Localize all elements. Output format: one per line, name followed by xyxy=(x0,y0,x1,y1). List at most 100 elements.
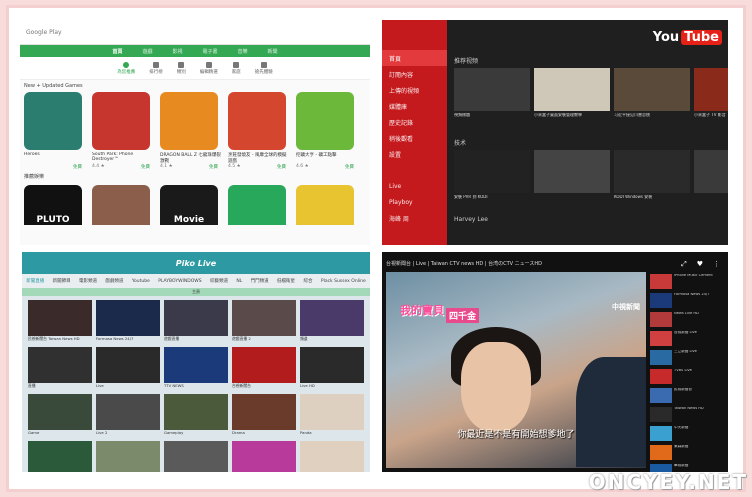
play-search-bar[interactable]: Google Play xyxy=(20,20,370,45)
play-app-card[interactable]: Heroes 免費 xyxy=(24,92,86,170)
channel-text: TVBS Live xyxy=(674,369,692,372)
piko-tile[interactable]: Game xyxy=(28,394,92,437)
play-tab[interactable]: 新聞 xyxy=(268,48,278,55)
piko-home-bar[interactable]: 主頁 xyxy=(22,288,370,296)
piko-tile[interactable]: 遊戲直播 2 xyxy=(232,300,296,343)
play-subnav-item[interactable]: 搶先體驗 xyxy=(254,61,273,75)
channel-list-item[interactable]: iPhone Music Cement xyxy=(650,274,724,289)
channel-list-item[interactable]: 東森新聞 xyxy=(650,445,724,460)
tile-caption: Gameplay xyxy=(164,430,184,435)
video-card[interactable]: 安裝 PVR 到 KODI xyxy=(454,150,530,204)
play-subnav-item[interactable]: 編輯精選 xyxy=(200,61,218,75)
youtube-sidebar-item[interactable]: 媒體庫 xyxy=(382,98,447,114)
piko-tile[interactable]: 民視新聞台 Taiwan News HD xyxy=(28,300,92,343)
piko-tile[interactable]: Panda xyxy=(300,394,364,437)
heart-icon[interactable]: ♥ xyxy=(697,260,703,269)
video-card[interactable]: 視頻標題 xyxy=(454,68,530,122)
video-card[interactable]: 小米盒子桌面安裝管理教學 xyxy=(534,68,610,122)
piko-nav-item[interactable]: PLAYBOYWINDOWS xyxy=(158,279,201,284)
channel-list-item[interactable]: 民視新聞台 xyxy=(650,388,724,403)
play-subnav-item[interactable]: 類別 xyxy=(177,61,186,75)
play-tab[interactable]: 影視 xyxy=(172,48,182,55)
play-app-card[interactable] xyxy=(296,185,358,225)
youtube-sidebar-item[interactable]: 設置 xyxy=(382,146,447,162)
channel-list-item[interactable]: Taiwan News HD xyxy=(650,407,724,422)
play-subnav-label: 搶先體驗 xyxy=(254,69,273,75)
video-card[interactable]: 小米盒子 TV 影音 xyxy=(694,68,728,122)
tv-video[interactable]: 我的寶貝 四千金 中視新聞 你最近是不是有開始想爹地了 xyxy=(386,272,646,468)
play-subnav-item[interactable]: 為您推薦 xyxy=(117,61,135,75)
channel-list-item[interactable]: TVBS Live xyxy=(650,369,724,384)
piko-nav-item[interactable]: 低檔衛星 xyxy=(277,278,295,284)
play-app-card[interactable]: Movie xyxy=(160,185,222,225)
channel-thumb xyxy=(650,274,672,289)
piko-nav-item[interactable]: 門鬥頻道 xyxy=(251,278,269,284)
youtube-sidebar-item[interactable]: 訂閱內容 xyxy=(382,66,447,82)
piko-tile[interactable]: Live xyxy=(96,347,160,390)
piko-tile[interactable]: Kids xyxy=(300,441,364,472)
video-title xyxy=(534,195,610,204)
piko-tile[interactable]: Drama xyxy=(232,394,296,437)
piko-nav-item[interactable]: Plack Sussex Online xyxy=(321,279,366,284)
piko-nav-item[interactable]: 新聞節目 xyxy=(53,278,71,284)
channel-list-item[interactable]: 三立新聞 Live xyxy=(650,350,724,365)
play-app-card[interactable]: South Park: Phone Destroyer™ 4.4 ★ 免費 xyxy=(92,92,154,170)
youtube-sidebar-item[interactable]: 頻道頻道 xyxy=(382,242,447,245)
play-subnav-item[interactable]: 排行榜 xyxy=(149,61,163,75)
youtube-sidebar-item[interactable]: 稍後觀看 xyxy=(382,130,447,146)
fullscreen-icon[interactable]: ⤢ xyxy=(681,260,687,269)
youtube-sidebar-item[interactable]: 歷史記錄 xyxy=(382,114,447,130)
piko-tile[interactable]: WEPLAY xyxy=(232,441,296,472)
youtube-sidebar-item[interactable] xyxy=(382,226,447,242)
play-app-card[interactable] xyxy=(92,185,154,225)
play-app-card[interactable]: 挖礦大亨 - 礦工點擊 4.6 ★ 免費 xyxy=(296,92,358,170)
video-face xyxy=(461,342,531,432)
piko-tile[interactable]: TTV NEWS xyxy=(164,347,228,390)
play-app-card[interactable]: PLUTO xyxy=(24,185,86,225)
play-tab[interactable]: 音樂 xyxy=(238,48,248,55)
play-section-title: New + Updated Games xyxy=(24,83,83,89)
video-card[interactable]: KODI Windows 安装 xyxy=(614,150,690,204)
play-tab[interactable]: 電子書 xyxy=(203,48,218,55)
piko-nav-item[interactable]: Youtube xyxy=(132,279,150,284)
video-card[interactable] xyxy=(534,150,610,204)
piko-tile[interactable]: 頻道 xyxy=(300,300,364,343)
piko-nav-item[interactable]: 電影頻道 xyxy=(79,278,97,284)
app-name: 挖礦大亨 - 礦工點擊 xyxy=(296,153,337,158)
piko-tile[interactable]: Tennis xyxy=(28,441,92,472)
piko-nav-item[interactable]: 戲劇頻道 xyxy=(105,278,123,284)
play-tab[interactable]: 首頁 xyxy=(112,48,122,55)
channel-list-item[interactable]: 台視新聞 Live xyxy=(650,331,724,346)
more-icon[interactable]: ⋮ xyxy=(713,260,720,269)
piko-nav-item[interactable]: 綜合 xyxy=(303,278,312,284)
play-app-card[interactable] xyxy=(228,185,290,225)
play-app-card[interactable]: DRAGON BALL Z 七龍珠爆裂激戰 4.1 ★ 免費 xyxy=(160,92,222,170)
piko-nav-item[interactable]: NL xyxy=(236,279,242,284)
play-tab[interactable]: 遊戲 xyxy=(142,48,152,55)
youtube-sidebar-item[interactable]: 海峰 周 xyxy=(382,210,447,226)
piko-tile[interactable]: Live HD xyxy=(300,347,364,390)
piko-tile[interactable]: Road xyxy=(96,441,160,472)
piko-tile[interactable]: 台視新聞台 xyxy=(232,347,296,390)
youtube-sidebar-item[interactable] xyxy=(382,162,447,178)
video-card[interactable]: 习近平接见川普总统 xyxy=(614,68,690,122)
channel-list-item[interactable]: 中天新聞 xyxy=(650,426,724,441)
youtube-sidebar-item[interactable]: Playboy xyxy=(382,194,447,210)
piko-nav-item[interactable]: 綜藝頻道 xyxy=(210,278,228,284)
play-app-card[interactable]: 烹飪發燒友 - 風靡全球的模擬遊戲 4.5 ★ 免費 xyxy=(228,92,290,170)
piko-tile[interactable]: Street xyxy=(164,441,228,472)
video-card[interactable] xyxy=(694,150,728,204)
piko-tile[interactable]: Live 2 xyxy=(96,394,160,437)
youtube-sidebar-item[interactable]: Live xyxy=(382,178,447,194)
youtube-sidebar-item[interactable]: 上傳的視頻 xyxy=(382,82,447,98)
piko-tile[interactable]: 遊戲直播 xyxy=(164,300,228,343)
channel-list-item[interactable]: News Live HD xyxy=(650,312,724,327)
piko-tile[interactable]: Gameplay xyxy=(164,394,228,437)
piko-tile[interactable]: 直播 xyxy=(28,347,92,390)
channel-list-item[interactable]: Formosa News 24/7 xyxy=(650,293,724,308)
piko-nav-item[interactable]: 新聞直播 xyxy=(26,278,44,284)
play-subnav-item[interactable]: 家庭 xyxy=(232,61,241,75)
tile-caption: Live xyxy=(96,383,104,388)
youtube-sidebar-item[interactable]: 首頁 xyxy=(382,50,447,66)
piko-tile[interactable]: Formosa News 24/7 xyxy=(96,300,160,343)
